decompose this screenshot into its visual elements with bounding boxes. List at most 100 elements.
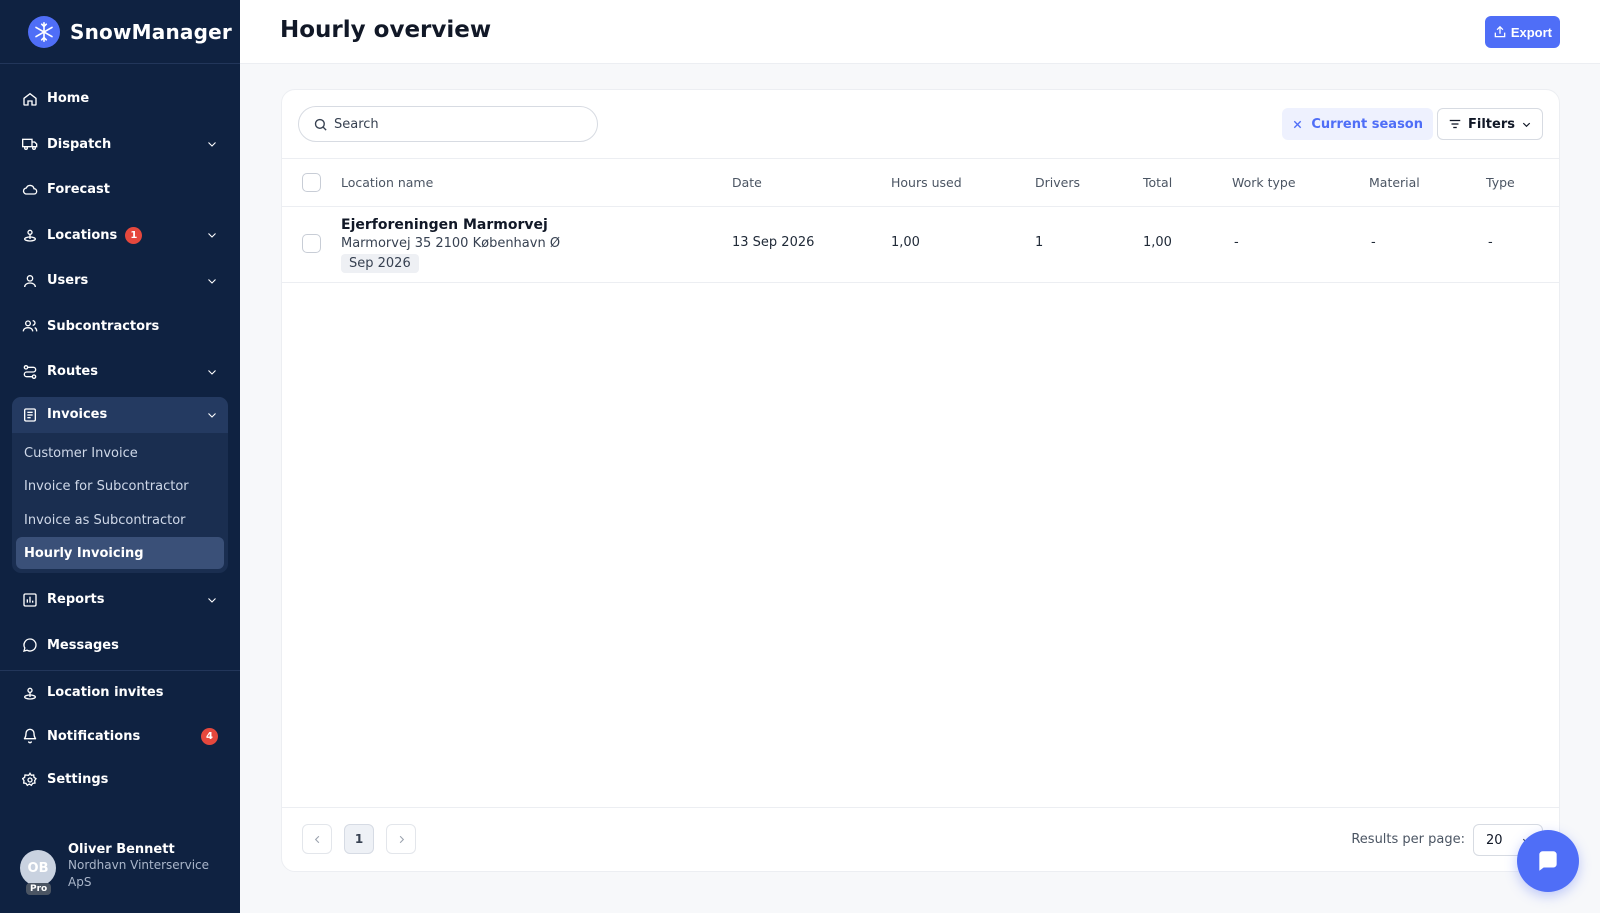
column-header-hours-used[interactable]: Hours used: [891, 175, 962, 190]
users-icon: [22, 318, 38, 334]
search-input[interactable]: [334, 116, 574, 132]
cell-drivers: 1: [1035, 235, 1044, 250]
sidebar: SnowManager Home Dispatch Forecast Locat…: [0, 0, 240, 913]
sidebar-item-users[interactable]: Users: [0, 258, 240, 304]
sidebar-item-label: Forecast: [47, 182, 110, 198]
chevron-down-icon: [208, 233, 216, 239]
column-header-type[interactable]: Type: [1486, 175, 1515, 190]
page-button-current[interactable]: 1: [344, 824, 374, 854]
sidebar-item-notifications[interactable]: Notifications 4: [0, 715, 240, 759]
column-header-location-name[interactable]: Location name: [341, 175, 433, 190]
cell-hours-used: 1,00: [891, 235, 920, 250]
cloud-icon: [22, 182, 38, 198]
sidebar-item-locations[interactable]: Locations 1: [0, 213, 240, 259]
export-label: Export: [1510, 24, 1552, 40]
gear-icon: [22, 771, 38, 788]
export-button[interactable]: Export: [1484, 16, 1560, 48]
sidebar-item-label: Notifications: [47, 728, 141, 744]
locations-badge: 1: [125, 226, 143, 244]
cell-work-type: -: [1234, 235, 1239, 250]
cell-type: -: [1488, 235, 1493, 250]
sidebar-item-label: Location invites: [47, 685, 164, 701]
bell-icon: [22, 728, 38, 744]
column-header-drivers[interactable]: Drivers: [1035, 175, 1080, 190]
next-page-button[interactable]: [386, 824, 416, 854]
chat-launcher-button[interactable]: [1517, 830, 1579, 892]
home-icon: [22, 91, 38, 107]
cell-total: 1,00: [1143, 235, 1172, 250]
column-header-date[interactable]: Date: [732, 175, 762, 190]
results-per-page-value: 20: [1486, 832, 1503, 848]
brand[interactable]: SnowManager: [0, 0, 240, 64]
sidebar-item-label: Messages: [47, 637, 119, 653]
invoices-submenu: Customer Invoice Invoice for Subcontract…: [12, 433, 228, 574]
location-invite-icon: [22, 685, 38, 701]
chevron-down-icon: [208, 142, 216, 148]
chevron-down-icon: [208, 278, 216, 284]
sidebar-item-label: Dispatch: [47, 136, 112, 152]
sidebar-item-subcontractors[interactable]: Subcontractors: [0, 304, 240, 350]
chevron-right-icon: [399, 835, 404, 843]
location-address: Marmorvej 35 2100 København Ø: [341, 236, 561, 251]
current-season-chip[interactable]: Current season: [1282, 108, 1433, 140]
sidebar-item-reports[interactable]: Reports: [0, 577, 240, 623]
chevron-down-icon: [208, 369, 216, 375]
cell-material: -: [1371, 235, 1376, 250]
sidebar-subitem-hourly-invoicing[interactable]: Hourly Invoicing: [16, 537, 224, 569]
search-icon: [314, 118, 327, 131]
row-checkbox[interactable]: [302, 234, 321, 253]
user-profile[interactable]: OB Pro Oliver Bennett Nordhavn Vinterser…: [20, 842, 218, 895]
sidebar-item-label: Locations: [47, 227, 118, 243]
prev-page-button[interactable]: [302, 824, 332, 854]
column-header-total[interactable]: Total: [1143, 175, 1172, 190]
sidebar-item-invoices[interactable]: Invoices: [12, 396, 228, 433]
filter-lines-icon: [1449, 119, 1461, 129]
hourly-table-card: Current season Filters Location name Dat…: [281, 89, 1560, 872]
chat-bubble-icon: [1539, 851, 1557, 871]
bottom-nav: Location invites Notifications 4 Setting…: [0, 671, 240, 802]
sidebar-item-routes[interactable]: Routes: [0, 349, 240, 395]
main-nav: Home Dispatch Forecast Locations 1 Users: [0, 64, 240, 668]
chart-icon: [22, 592, 38, 608]
sidebar-subitem-customer-invoice[interactable]: Customer Invoice: [16, 437, 224, 471]
table-row[interactable]: Ejerforeningen Marmorvej Marmorvej 35 21…: [282, 207, 1559, 283]
user-icon: [22, 273, 38, 289]
page-title: Hourly overview: [280, 17, 492, 43]
user-name: Oliver Bennett: [68, 842, 175, 857]
app-name: SnowManager: [70, 19, 232, 44]
user-info: Oliver Bennett Nordhavn Vinterservice Ap…: [68, 842, 218, 891]
sidebar-item-label: Home: [47, 91, 90, 107]
truck-icon: [22, 136, 38, 152]
sidebar-item-messages[interactable]: Messages: [0, 623, 240, 669]
sidebar-item-label: Reports: [47, 592, 105, 608]
select-all-checkbox[interactable]: [302, 173, 321, 192]
sidebar-subitem-invoice-as-subcontractor[interactable]: Invoice as Subcontractor: [16, 504, 224, 538]
message-icon: [22, 637, 38, 653]
chevron-down-icon: [208, 412, 216, 418]
invoices-group: Invoices Customer Invoice Invoice for Su…: [12, 396, 228, 574]
column-header-work-type[interactable]: Work type: [1232, 175, 1296, 190]
route-icon: [22, 364, 38, 380]
chevron-left-icon: [314, 835, 319, 843]
avatar: OB Pro: [20, 850, 56, 895]
sidebar-item-location-invites[interactable]: Location invites: [0, 671, 240, 715]
sidebar-item-label: Invoices: [47, 407, 108, 422]
close-icon[interactable]: [1292, 119, 1303, 130]
filters-button[interactable]: Filters: [1437, 108, 1543, 140]
location-name[interactable]: Ejerforeningen Marmorvej: [341, 217, 548, 233]
period-tag: Sep 2026: [341, 254, 419, 273]
topbar: Hourly overview Export: [240, 0, 1600, 64]
search-box[interactable]: [298, 106, 598, 142]
sidebar-item-settings[interactable]: Settings: [0, 758, 240, 802]
sidebar-item-label: Routes: [47, 364, 98, 380]
sidebar-item-label: Settings: [47, 772, 109, 788]
sidebar-item-dispatch[interactable]: Dispatch: [0, 122, 240, 168]
sidebar-item-label: Users: [47, 273, 89, 289]
export-icon: [1494, 25, 1506, 38]
sidebar-item-forecast[interactable]: Forecast: [0, 167, 240, 213]
season-chip-label: Current season: [1311, 116, 1423, 132]
column-header-material[interactable]: Material: [1369, 175, 1420, 190]
sidebar-item-home[interactable]: Home: [0, 76, 240, 122]
cell-date: 13 Sep 2026: [732, 235, 815, 250]
sidebar-subitem-invoice-for-subcontractor[interactable]: Invoice for Subcontractor: [16, 470, 224, 504]
